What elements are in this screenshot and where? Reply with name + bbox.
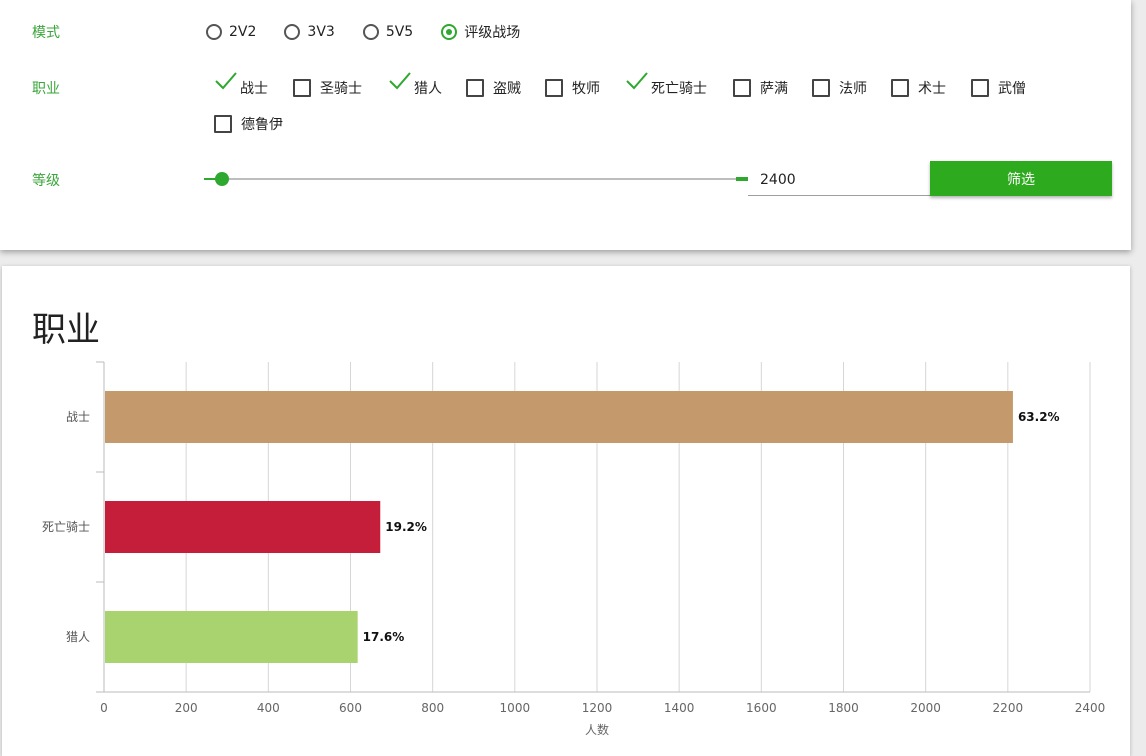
slider-max-handle[interactable] xyxy=(736,177,748,181)
x-tick-label: 200 xyxy=(175,701,198,715)
x-tick-label: 1000 xyxy=(500,701,531,715)
x-tick-label: 1600 xyxy=(746,701,777,715)
class-checkbox-3[interactable]: 盗贼 xyxy=(466,78,521,98)
bar-1 xyxy=(105,501,381,553)
bar-2 xyxy=(105,611,358,663)
class-checkbox-7[interactable]: 法师 xyxy=(812,78,867,98)
category-label: 死亡骑士 xyxy=(42,520,90,534)
checkbox-empty-icon xyxy=(466,79,484,97)
mode-radio-label: 评级战场 xyxy=(464,25,521,41)
mode-radio-2[interactable]: 5V5 xyxy=(362,22,414,42)
class-checkbox-8[interactable]: 术士 xyxy=(891,78,946,98)
class-checkbox-5[interactable]: 死亡骑士 xyxy=(625,72,707,98)
checkbox-empty-icon xyxy=(891,79,909,97)
level-slider[interactable] xyxy=(204,172,748,186)
mode-radio-label: 5V5 xyxy=(385,24,414,40)
mode-radio-label: 2V2 xyxy=(229,24,257,40)
class-checkbox-6[interactable]: 萨满 xyxy=(733,78,788,98)
x-tick-label: 0 xyxy=(100,701,108,715)
category-label: 战士 xyxy=(66,410,90,424)
radio-selected-icon xyxy=(441,24,458,40)
x-tick-label: 2400 xyxy=(1075,701,1106,715)
class-checkbox-label: 法师 xyxy=(839,81,867,97)
level-label: 等级 xyxy=(32,173,60,189)
checkmark-icon xyxy=(389,72,411,90)
checkbox-empty-icon xyxy=(214,115,232,133)
checkbox-empty-icon xyxy=(293,79,311,97)
class-checkbox-label: 武僧 xyxy=(998,81,1026,97)
category-label: 猎人 xyxy=(66,630,90,644)
x-tick-label: 2200 xyxy=(993,701,1024,715)
radio-empty-icon xyxy=(362,24,379,40)
level-input[interactable] xyxy=(748,164,930,196)
mode-label: 模式 xyxy=(32,25,60,41)
x-tick-label: 2000 xyxy=(910,701,941,715)
chart-panel: 职业 0 200 400 600 800 1000 1200 1400 1600 1800 2000… xyxy=(2,266,1130,756)
x-tick-label: 600 xyxy=(339,701,362,715)
data-label: 19.2% xyxy=(385,520,427,534)
class-checkbox-4[interactable]: 牧师 xyxy=(545,78,600,98)
filter-panel: 模式 2V2 3V3 5V5 评级战场 职业 战士 圣骑士 猎人 盗贼 牧师 死亡骑士 萨满 法师 术… xyxy=(0,0,1131,250)
mode-radio-3[interactable]: 评级战场 xyxy=(441,22,520,42)
class-checkbox-label: 战士 xyxy=(240,81,268,97)
checkmark-icon xyxy=(215,72,237,90)
x-tick-label: 800 xyxy=(421,701,444,715)
class-checkbox-2[interactable]: 猎人 xyxy=(388,72,442,98)
class-bar-chart: 0 200 400 600 800 1000 1200 1400 1600 1800 2000 220… xyxy=(42,361,1106,737)
class-checkbox-9[interactable]: 武僧 xyxy=(971,78,1026,98)
class-checkbox-label: 术士 xyxy=(918,81,946,97)
checkbox-empty-icon xyxy=(733,79,751,97)
x-tick-label: 1200 xyxy=(582,701,613,715)
radio-empty-icon xyxy=(284,24,301,40)
checkbox-empty-icon xyxy=(812,79,830,97)
class-checkbox-label: 萨满 xyxy=(760,81,788,97)
x-tick-label: 1400 xyxy=(664,701,695,715)
class-checkbox-label: 猎人 xyxy=(414,81,442,97)
checkmark-icon xyxy=(626,72,648,90)
slider-track xyxy=(204,178,748,180)
class-label: 职业 xyxy=(32,81,60,97)
checkbox-empty-icon xyxy=(971,79,989,97)
mode-radio-0[interactable]: 2V2 xyxy=(206,22,256,42)
class-checkbox-1[interactable]: 圣骑士 xyxy=(293,78,362,98)
radio-empty-icon xyxy=(206,24,222,40)
class-checkbox-label: 盗贼 xyxy=(493,81,521,97)
class-checkbox-label: 德鲁伊 xyxy=(241,117,283,133)
slider-min-handle[interactable] xyxy=(215,172,229,186)
mode-radio-label: 3V3 xyxy=(307,24,335,40)
class-checkbox-0[interactable]: 战士 xyxy=(214,72,268,98)
data-label: 63.2% xyxy=(1018,410,1060,424)
class-checkbox-label: 牧师 xyxy=(572,81,600,97)
mode-radio-group: 2V2 3V3 5V5 评级战场 xyxy=(206,22,548,42)
x-tick-label: 1800 xyxy=(828,701,859,715)
mode-radio-1[interactable]: 3V3 xyxy=(284,22,335,42)
x-axis-title: 人数 xyxy=(585,722,609,737)
class-checkbox-10[interactable]: 德鲁伊 xyxy=(214,114,283,134)
class-checkbox-label: 死亡骑士 xyxy=(651,81,707,97)
class-checkbox-label: 圣骑士 xyxy=(320,81,362,97)
filter-button[interactable]: 筛选 xyxy=(930,161,1112,196)
bar-0 xyxy=(105,391,1013,443)
x-tick-label: 400 xyxy=(257,701,280,715)
data-label: 17.6% xyxy=(363,630,405,644)
checkbox-empty-icon xyxy=(545,79,563,97)
